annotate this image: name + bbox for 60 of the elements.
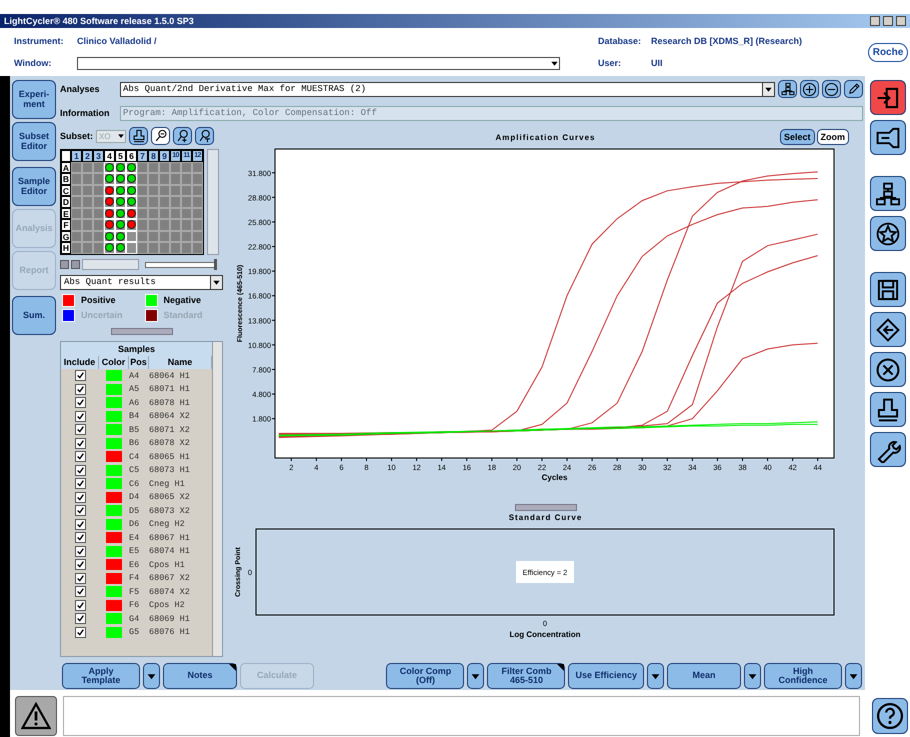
table-cell-text: 68078 H1 <box>149 398 191 408</box>
table-cell-text: 68076 H1 <box>149 627 191 638</box>
table-cell-text: Cpos H2 <box>149 600 186 610</box>
table-cell-text: 68069 H1 <box>149 614 191 624</box>
table-cell-text: D4 <box>129 492 140 502</box>
database-label: Database: <box>598 36 642 46</box>
axis-label: Log Concentration <box>509 630 581 639</box>
table-cell-text: C4 <box>129 452 140 462</box>
table-cell-text: 68073 X2 <box>149 506 191 516</box>
window-title: LightCycler® 480 Software release 1.5.0 SP3 <box>4 16 195 26</box>
user-value: UII <box>651 58 664 68</box>
table-cell-text: 68067 X2 <box>149 573 191 584</box>
table-cell-text: D6 <box>129 519 140 530</box>
table-cell-text: F4 <box>129 573 140 584</box>
instrument-label: Instrument: <box>14 36 64 46</box>
database-value: Research DB [XDMS_R] (Research) <box>651 36 804 46</box>
table-title: Samples <box>61 342 212 356</box>
instrument-value: Clinico Valladolid / <box>77 36 158 46</box>
legend-label: Negative <box>164 295 202 305</box>
table-cell-text: A4 <box>129 370 140 381</box>
axis-label: Cycles <box>542 473 568 482</box>
table-cell-text: A6 <box>129 398 140 408</box>
table-cell-text: 68071 H1 <box>149 384 191 394</box>
user-label: User: <box>598 58 622 68</box>
table-cell-text: B4 <box>129 411 140 422</box>
table-cell-text: 68071 X2 <box>149 424 191 435</box>
information-label: Information <box>60 108 110 118</box>
table-cell-text: Cpos H1 <box>149 560 186 570</box>
table-cell-text: E5 <box>129 546 140 556</box>
table-cell-text: 68065 H1 <box>149 452 191 462</box>
table-cell-text: Cneg H2 <box>149 519 186 530</box>
table-cell-text: F5 <box>129 586 140 597</box>
table-cell-text: 68078 X2 <box>149 438 191 448</box>
chart-title: Standard Curve <box>508 513 584 524</box>
table-cell-text: D5 <box>129 506 140 516</box>
table-cell-text: B5 <box>129 424 140 435</box>
table-cell-text: F6 <box>129 600 140 610</box>
table-cell-text: E4 <box>129 532 140 543</box>
table-cell-text: G5 <box>129 627 140 638</box>
information-field: Program: Amplification, Color Compensation: Off <box>120 106 863 120</box>
analyses-label: Analyses <box>60 84 101 94</box>
table-cell-text: E6 <box>129 560 140 570</box>
subset-label: Subset: <box>60 131 94 141</box>
table-cell-text: 68074 H1 <box>149 546 191 556</box>
table-cell-text: B6 <box>129 438 140 448</box>
table-cell-text: C6 <box>129 478 140 489</box>
table-cell-text: G4 <box>129 614 140 624</box>
table-cell-text: 68073 H1 <box>149 465 191 476</box>
table-cell-text: 68064 H1 <box>149 370 191 381</box>
table-cell-text: Cneg H1 <box>149 478 186 489</box>
chart-title: Amplification Curves <box>495 132 596 142</box>
table-cell-text: 68064 X2 <box>149 411 191 422</box>
table-cell-text: 68065 X2 <box>149 492 191 502</box>
table-cell-text: A5 <box>129 384 140 394</box>
table-cell-text: 68074 X2 <box>149 586 191 597</box>
table-cell-text: 68067 H1 <box>149 532 191 543</box>
logo: Roche <box>868 42 908 62</box>
window-label: Window: <box>14 58 52 68</box>
legend-label: Positive <box>81 295 116 305</box>
table-cell-text: C5 <box>129 465 140 476</box>
